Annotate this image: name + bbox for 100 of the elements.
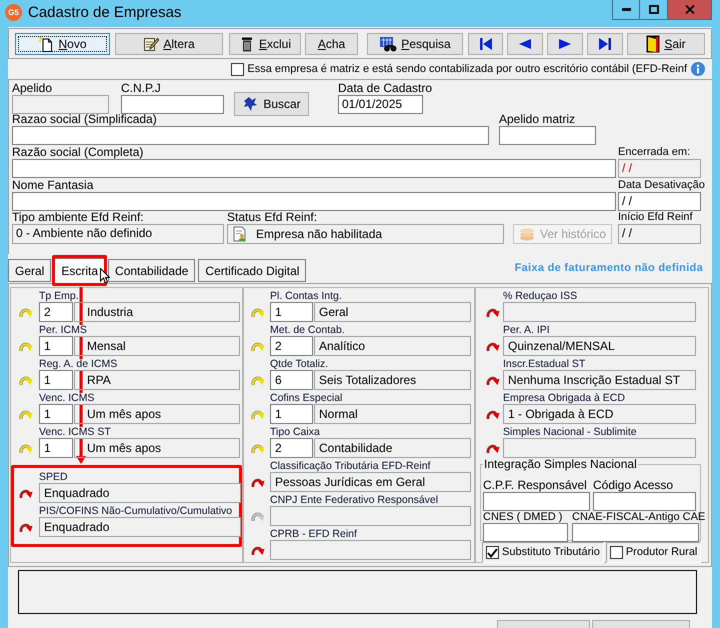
tab[interactable]: Geral <box>8 259 52 282</box>
maximize-button[interactable] <box>640 0 668 20</box>
field-label: Tipo Caixa <box>270 427 320 438</box>
edit-button[interactable]: Altera <box>115 32 223 54</box>
description-field[interactable]: Geral <box>314 302 471 322</box>
field-label: Tp Emp. <box>39 291 79 302</box>
description-field[interactable] <box>270 506 471 526</box>
curved-arrow-icon[interactable] <box>251 545 265 555</box>
field-label: Status Efd Reinf: <box>227 211 318 224</box>
input-field[interactable] <box>12 159 616 178</box>
find-button[interactable]: Acha <box>305 32 358 54</box>
triangle-right-icon <box>559 38 571 50</box>
first-record-button[interactable] <box>468 32 503 54</box>
code-field[interactable]: 1 <box>270 404 313 424</box>
code-field[interactable]: 1 <box>270 302 313 322</box>
previous-record-button[interactable] <box>507 32 543 54</box>
input-field[interactable] <box>483 492 590 511</box>
field-label: Data Desativação <box>618 179 705 192</box>
curved-arrow-icon[interactable] <box>486 341 500 351</box>
curved-arrow-icon[interactable] <box>19 522 33 532</box>
field-label: CNES ( DMED ) <box>483 512 562 523</box>
field-label: Tipo ambiente Efd Reinf: <box>12 211 144 224</box>
description-field[interactable]: Pessoas Jurídicas em Geral <box>270 472 471 492</box>
tab[interactable]: Certificado Digital <box>198 259 306 282</box>
next-record-button[interactable] <box>547 32 583 54</box>
delete-button[interactable]: Exclui <box>229 32 301 54</box>
description-field[interactable]: RPA <box>74 370 240 390</box>
checkbox[interactable] <box>610 546 623 559</box>
code-field[interactable]: 2 <box>270 438 313 458</box>
description-field[interactable] <box>270 540 471 560</box>
curved-arrow-icon[interactable] <box>19 341 33 351</box>
field-label: Empresa Obrigada à ECD <box>503 393 625 404</box>
description-field[interactable]: 1 - Obrigada à ECD <box>503 404 696 424</box>
field-label: Cofins Especial <box>270 393 342 404</box>
curved-arrow-icon[interactable] <box>251 341 265 351</box>
code-field[interactable]: 1 <box>39 370 73 390</box>
group-title: Integração Simples Nacional <box>483 457 638 471</box>
input-field[interactable] <box>121 95 224 114</box>
checkbox[interactable] <box>231 62 244 76</box>
input-field[interactable] <box>593 492 696 511</box>
field-label: C.P.F. Responsável <box>483 479 587 492</box>
curved-arrow-icon[interactable] <box>19 307 33 317</box>
description-field[interactable]: Mensal <box>74 336 240 356</box>
curved-arrow-icon[interactable] <box>486 443 500 453</box>
description-field[interactable]: Quinzenal/MENSAL <box>503 336 696 356</box>
description-field[interactable]: Um mês apos <box>74 438 240 458</box>
description-field[interactable]: Contabilidade <box>314 438 471 458</box>
input-field[interactable]: 01/01/2025 <box>338 95 423 114</box>
search-button[interactable]: Pesquisa <box>367 32 463 54</box>
input-field[interactable] <box>499 126 596 145</box>
field-label: Data de Cadastro <box>338 82 432 95</box>
curved-arrow-icon[interactable] <box>19 375 33 385</box>
curved-arrow-icon[interactable] <box>251 477 265 487</box>
door-icon <box>646 34 660 52</box>
description-field[interactable]: Seis Totalizadores <box>314 370 471 390</box>
description-field[interactable]: Industria <box>74 302 240 322</box>
field-label: C.N.P.J <box>121 82 161 95</box>
description-field[interactable]: Normal <box>314 404 471 424</box>
tab[interactable]: Contabilidade <box>108 259 196 282</box>
curved-arrow-icon[interactable] <box>486 307 500 317</box>
description-field[interactable] <box>503 302 696 322</box>
field-label: SPED <box>39 472 68 483</box>
description-field[interactable]: Nenhuma Inscrição Estadual ST <box>503 370 696 390</box>
curved-arrow-icon[interactable] <box>251 375 265 385</box>
description-field[interactable]: Enquadrado <box>39 517 241 537</box>
exit-button[interactable]: Sair <box>627 32 705 54</box>
curved-arrow-icon[interactable] <box>486 409 500 419</box>
input-field[interactable] <box>483 523 568 542</box>
input-field[interactable] <box>12 126 489 145</box>
description-field[interactable]: Um mês apos <box>74 404 240 424</box>
code-field[interactable]: 1 <box>39 438 73 458</box>
code-field[interactable]: 1 <box>39 404 73 424</box>
input-field[interactable] <box>12 192 616 211</box>
curved-arrow-icon[interactable] <box>19 443 33 453</box>
description-field[interactable] <box>503 438 696 458</box>
checkbox[interactable] <box>486 546 499 559</box>
curved-arrow-icon[interactable] <box>19 488 33 498</box>
input-field[interactable]: / / <box>618 192 701 211</box>
memo-field[interactable] <box>18 570 697 614</box>
description-field[interactable]: Analítico <box>314 336 471 356</box>
last-record-button[interactable] <box>587 32 623 54</box>
curved-arrow-icon[interactable] <box>251 307 265 317</box>
search-button[interactable]: Buscar <box>234 92 309 116</box>
code-field[interactable]: 1 <box>39 336 73 356</box>
code-field[interactable]: 6 <box>270 370 313 390</box>
curved-arrow-icon[interactable] <box>19 409 33 419</box>
tab[interactable]: Escrita <box>54 258 106 283</box>
curved-arrow-icon[interactable] <box>486 375 500 385</box>
curved-arrow-icon[interactable] <box>251 511 265 521</box>
curved-arrow-icon[interactable] <box>251 443 265 453</box>
code-field[interactable]: 2 <box>39 302 73 322</box>
input-field[interactable] <box>572 523 699 542</box>
close-button[interactable] <box>668 0 712 20</box>
mouse-pointer-icon <box>100 268 110 284</box>
minimize-button[interactable] <box>612 0 640 20</box>
description-field[interactable]: Enquadrado <box>39 483 241 503</box>
field-label: Per. A. IPI <box>503 325 550 336</box>
curved-arrow-icon[interactable] <box>251 409 265 419</box>
code-field[interactable]: 2 <box>270 336 313 356</box>
new-button[interactable]: Novo <box>15 32 110 54</box>
